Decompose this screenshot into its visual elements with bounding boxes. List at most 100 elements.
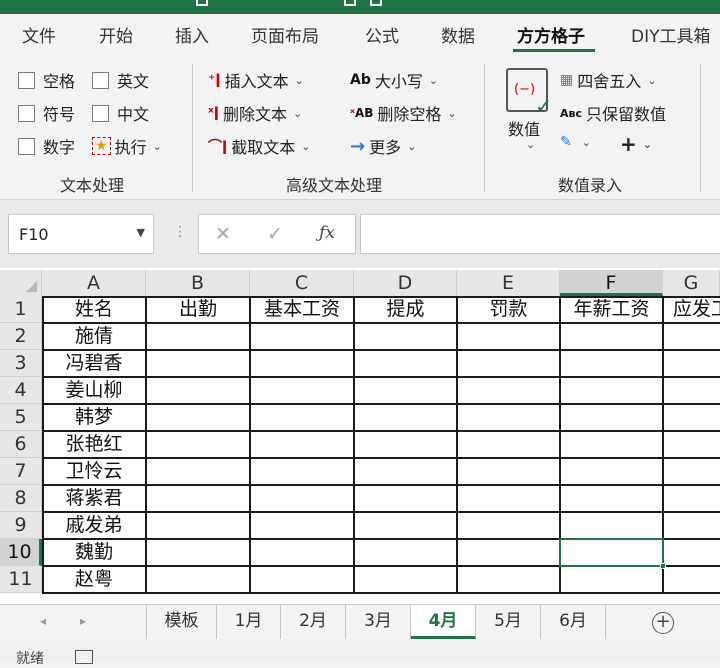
tab-diy-toolbox[interactable]: DIY工具箱 <box>631 22 711 47</box>
sheet-tab[interactable]: 模板 <box>147 605 217 639</box>
checkbox-box[interactable] <box>92 71 109 89</box>
extract-text-button[interactable]: ⌒ǀ 截取文本 ⌄ <box>208 134 310 158</box>
header-cell[interactable]: 应发工 <box>663 296 720 323</box>
add-icon[interactable]: + ⌄ <box>620 132 652 156</box>
insert-function-icon[interactable]: ƒx <box>319 223 335 243</box>
name-cell[interactable]: 冯碧香 <box>42 350 146 377</box>
active-tab-indicator <box>513 49 595 52</box>
cancel-icon[interactable]: ✕ <box>215 223 231 245</box>
fill-handle[interactable] <box>660 563 666 569</box>
chevron-down-icon: ⌄ <box>447 106 457 120</box>
checkbox-box[interactable] <box>92 104 109 122</box>
name-cell[interactable]: 魏勤 <box>42 539 146 566</box>
header-cell[interactable]: 年薪工资 <box>560 296 663 323</box>
sheet-tab[interactable]: 2月 <box>281 605 346 639</box>
tab-page-layout[interactable]: 页面布局 <box>251 22 319 47</box>
numeric-value-button[interactable]: 数值 <box>508 116 540 140</box>
column-header-e[interactable]: E <box>457 270 560 296</box>
name-cell[interactable]: 姜山柳 <box>42 377 146 404</box>
chevron-down-icon[interactable]: ⌄ <box>520 138 535 151</box>
selected-cell-f10[interactable] <box>559 538 664 567</box>
space-checkbox[interactable]: 空格 <box>18 68 75 92</box>
scroll-left-icon[interactable]: ◂ <box>40 614 46 628</box>
more-vertical-icon[interactable]: ⋮ <box>173 224 187 240</box>
row-header[interactable]: 6 <box>0 431 42 458</box>
checkbox-box[interactable] <box>18 137 35 155</box>
undo-icon[interactable] <box>344 0 356 6</box>
tab-file[interactable]: 文件 <box>22 22 56 47</box>
symbol-checkbox[interactable]: 符号 <box>18 101 75 125</box>
checkbox-box[interactable] <box>18 104 35 122</box>
column-header-b[interactable]: B <box>146 270 250 296</box>
delete-text-button[interactable]: ˣǀ 删除文本 ⌄ <box>208 101 302 125</box>
row-header[interactable]: 8 <box>0 485 42 512</box>
name-cell[interactable]: 戚发弟 <box>42 512 146 539</box>
row-header[interactable]: 7 <box>0 458 42 485</box>
sheet-tab-active[interactable]: 4月 <box>411 605 476 639</box>
number-checkbox[interactable]: 数字 <box>18 134 75 158</box>
chevron-down-icon: ⌄ <box>581 135 591 149</box>
name-cell[interactable]: 张艳红 <box>42 431 146 458</box>
column-header-c[interactable]: C <box>250 270 354 296</box>
more-button[interactable]: → 更多 ⌄ <box>350 134 416 158</box>
name-cell[interactable]: 赵粤 <box>42 566 146 593</box>
chinese-checkbox[interactable]: 中文 <box>92 101 149 125</box>
add-sheet-icon[interactable]: + <box>652 612 674 634</box>
tab-insert[interactable]: 插入 <box>175 22 209 47</box>
column-header-d[interactable]: D <box>354 270 457 296</box>
chevron-down-icon[interactable]: ▼ <box>137 226 145 239</box>
english-checkbox[interactable]: 英文 <box>92 68 149 92</box>
row-header[interactable]: 5 <box>0 404 42 431</box>
name-cell[interactable]: 卫怜云 <box>42 458 146 485</box>
name-cell[interactable]: 韩梦 <box>42 404 146 431</box>
header-cell[interactable]: 出勤 <box>146 296 250 323</box>
tab-home[interactable]: 开始 <box>99 22 133 47</box>
header-cell[interactable]: 提成 <box>354 296 457 323</box>
name-cell[interactable]: 蒋紫君 <box>42 485 146 512</box>
sheet-tab[interactable]: 5月 <box>476 605 541 639</box>
grid-line <box>42 349 720 351</box>
column-header-a[interactable]: A <box>42 270 146 296</box>
row-header[interactable]: 2 <box>0 323 42 350</box>
tab-data[interactable]: 数据 <box>441 22 475 47</box>
macro-record-icon[interactable] <box>75 650 93 664</box>
row-header[interactable]: 9 <box>0 512 42 539</box>
insert-text-button[interactable]: ⁺ǀ 插入文本 ⌄ <box>208 68 304 92</box>
select-all-corner[interactable] <box>0 270 42 296</box>
case-button[interactable]: Ab 大小写 ⌄ <box>350 68 438 92</box>
name-box[interactable]: F10 ▼ <box>8 214 154 254</box>
checkbox-box[interactable] <box>18 71 35 89</box>
header-cell[interactable]: 基本工资 <box>250 296 354 323</box>
save-icon[interactable] <box>196 0 208 6</box>
redo-icon[interactable] <box>370 0 382 6</box>
grid-line <box>249 296 251 593</box>
row-header[interactable]: 11 <box>0 566 42 593</box>
numeric-value-icon[interactable]: (−) ✓ <box>506 68 552 118</box>
round-button[interactable]: ▦ 四舍五入 ⌄ <box>560 68 656 92</box>
grid-line <box>456 296 458 593</box>
row-header[interactable]: 1 <box>0 296 42 323</box>
header-cell[interactable]: 姓名 <box>42 296 146 323</box>
remove-spaces-button[interactable]: ˣAB 删除空格 ⌄ <box>350 101 457 125</box>
header-cell[interactable]: 罚款 <box>457 296 560 323</box>
name-cell[interactable]: 施倩 <box>42 323 146 350</box>
column-header-g[interactable]: G <box>663 270 720 296</box>
formula-input[interactable] <box>360 214 720 254</box>
scroll-right-icon[interactable]: ▸ <box>80 614 86 628</box>
grid-line <box>42 376 720 378</box>
confirm-icon[interactable]: ✓ <box>267 223 283 245</box>
execute-button[interactable]: ★ 执行 ⌄ <box>92 134 162 158</box>
row-header[interactable]: 3 <box>0 350 42 377</box>
edit-cells-button[interactable]: ✎ ⌄ <box>560 134 591 150</box>
row-header[interactable]: 4 <box>0 377 42 404</box>
sheet-tab[interactable]: 1月 <box>217 605 281 639</box>
chevron-down-icon: ⌄ <box>647 73 657 87</box>
tab-fangfanggezi[interactable]: 方方格子 <box>517 22 585 47</box>
insert-text-icon: ⁺ǀ <box>208 72 221 88</box>
sheet-tab[interactable]: 6月 <box>541 605 606 639</box>
row-header[interactable]: 10 <box>0 539 42 566</box>
column-header-f[interactable]: F <box>560 270 663 296</box>
tab-formulas[interactable]: 公式 <box>365 22 399 47</box>
keep-numbers-button[interactable]: Aʙᴄ 只保留数值 <box>560 101 666 125</box>
sheet-tab[interactable]: 3月 <box>346 605 411 639</box>
